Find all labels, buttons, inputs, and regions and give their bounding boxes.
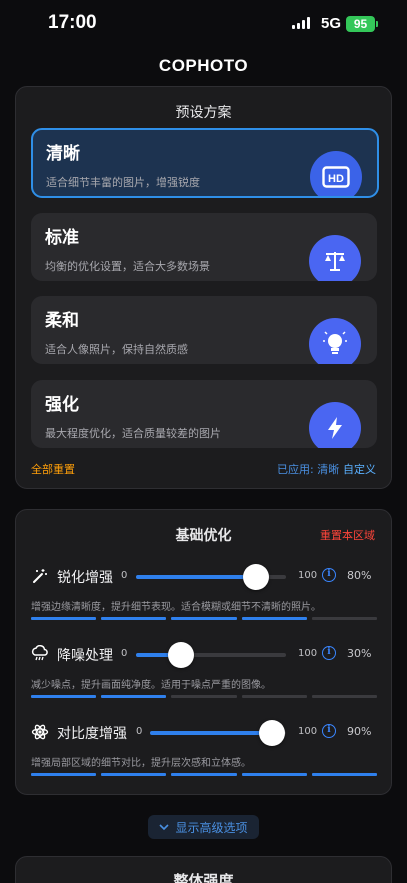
slider-value: 90% bbox=[347, 725, 372, 738]
preset-name: 强化 bbox=[45, 395, 79, 415]
slider-thumb[interactable] bbox=[259, 720, 286, 746]
custom-button[interactable]: 自定义 bbox=[343, 461, 376, 477]
slider-thumb[interactable] bbox=[168, 642, 194, 668]
slider-label: 降噪处理 bbox=[57, 648, 113, 664]
preset-desc: 适合细节丰富的图片，增强锐度 bbox=[46, 176, 200, 189]
slider-fill bbox=[136, 575, 256, 579]
preset-card-title: 预设方案 bbox=[175, 105, 232, 121]
info-icon[interactable]: i bbox=[322, 568, 336, 582]
preset-name: 清晰 bbox=[46, 144, 80, 164]
contrast-level-bar bbox=[31, 773, 378, 776]
slider-thumb[interactable] bbox=[243, 564, 269, 590]
denoise-slider[interactable] bbox=[136, 642, 286, 668]
preset-standard[interactable]: 标准 均衡的优化设置，适合大多数场景 bbox=[31, 213, 377, 281]
reset-all-button[interactable]: 全部重置 bbox=[31, 461, 75, 477]
denoise-level-bar bbox=[31, 695, 378, 698]
sharpen-level-bar bbox=[31, 617, 378, 620]
balance-scale-icon bbox=[309, 235, 361, 281]
slider-label: 锐化增强 bbox=[57, 570, 113, 586]
slider-min: 0 bbox=[136, 726, 143, 737]
status-bar: 17:00 5G 95 bbox=[0, 0, 407, 48]
status-time: 17:00 bbox=[48, 12, 97, 33]
lightning-icon bbox=[309, 402, 361, 448]
signal-icon bbox=[292, 17, 310, 29]
app-title: COPHOTO bbox=[158, 56, 249, 75]
slider-max: 100 bbox=[298, 726, 318, 737]
slider-label: 对比度增强 bbox=[57, 726, 127, 742]
slider-fill bbox=[150, 731, 273, 735]
atom-icon bbox=[31, 723, 49, 741]
slider-max: 100 bbox=[298, 570, 318, 581]
show-advanced-button[interactable]: 显示高级选项 bbox=[148, 815, 259, 839]
preset-clear[interactable]: 清晰 适合细节丰富的图片，增强锐度 HD bbox=[31, 128, 379, 198]
preset-name: 标准 bbox=[45, 228, 79, 248]
preset-soft[interactable]: 柔和 适合人像照片，保持自然质感 bbox=[31, 296, 377, 364]
basic-optimization-card: 基础优化 重置本区域 锐化增强 0 100 i 80% 增强边缘清晰度，提升细节… bbox=[15, 509, 392, 795]
preset-desc: 均衡的优化设置，适合大多数场景 bbox=[45, 260, 210, 273]
network-type: 5G bbox=[321, 15, 342, 32]
slider-desc: 减少噪点，提升画面纯净度。适用于噪点严重的图像。 bbox=[31, 680, 271, 691]
show-advanced-label: 显示高级选项 bbox=[175, 820, 248, 835]
lightbulb-icon bbox=[309, 318, 361, 364]
slider-desc: 增强局部区域的细节对比，提升层次感和立体感。 bbox=[31, 758, 251, 769]
magic-wand-icon bbox=[31, 567, 49, 585]
preset-desc: 适合人像照片，保持自然质感 bbox=[45, 343, 188, 356]
sharpen-slider[interactable] bbox=[136, 564, 286, 590]
slider-value: 30% bbox=[347, 647, 372, 660]
sharpen-slider-row: 锐化增强 0 100 i 80% bbox=[16, 564, 391, 590]
slider-min: 0 bbox=[121, 648, 128, 659]
cloud-rain-icon bbox=[31, 644, 49, 663]
preset-name: 柔和 bbox=[45, 311, 79, 331]
preset-card: 预设方案 清晰 适合细节丰富的图片，增强锐度 HD 标准 均衡的优化设置，适合大… bbox=[15, 86, 392, 489]
svg-text:HD: HD bbox=[328, 173, 344, 185]
applied-status: 已应用: 清晰 bbox=[277, 463, 340, 476]
contrast-slider-row: 对比度增强 0 100 i 90% bbox=[16, 720, 391, 746]
reset-section-button[interactable]: 重置本区域 bbox=[320, 527, 375, 543]
preset-desc: 最大程度优化，适合质量较差的图片 bbox=[45, 427, 221, 440]
chevron-down-icon bbox=[159, 820, 170, 834]
contrast-slider[interactable] bbox=[150, 720, 286, 746]
hd-icon: HD bbox=[310, 151, 362, 196]
info-icon[interactable]: i bbox=[322, 724, 336, 738]
battery-icon: 95 bbox=[346, 16, 378, 32]
slider-desc: 增强边缘清晰度，提升细节表现。适合模糊或细节不清晰的照片。 bbox=[31, 602, 321, 613]
slider-max: 100 bbox=[298, 648, 318, 659]
denoise-slider-row: 降噪处理 0 100 i 30% bbox=[16, 642, 391, 668]
slider-min: 0 bbox=[121, 570, 128, 581]
slider-value: 80% bbox=[347, 569, 372, 582]
preset-enhance[interactable]: 强化 最大程度优化，适合质量较差的图片 bbox=[31, 380, 377, 448]
overall-strength-title: 整体强度 bbox=[173, 872, 234, 883]
info-icon[interactable]: i bbox=[322, 646, 336, 660]
overall-strength-card: 整体强度 bbox=[15, 856, 392, 883]
